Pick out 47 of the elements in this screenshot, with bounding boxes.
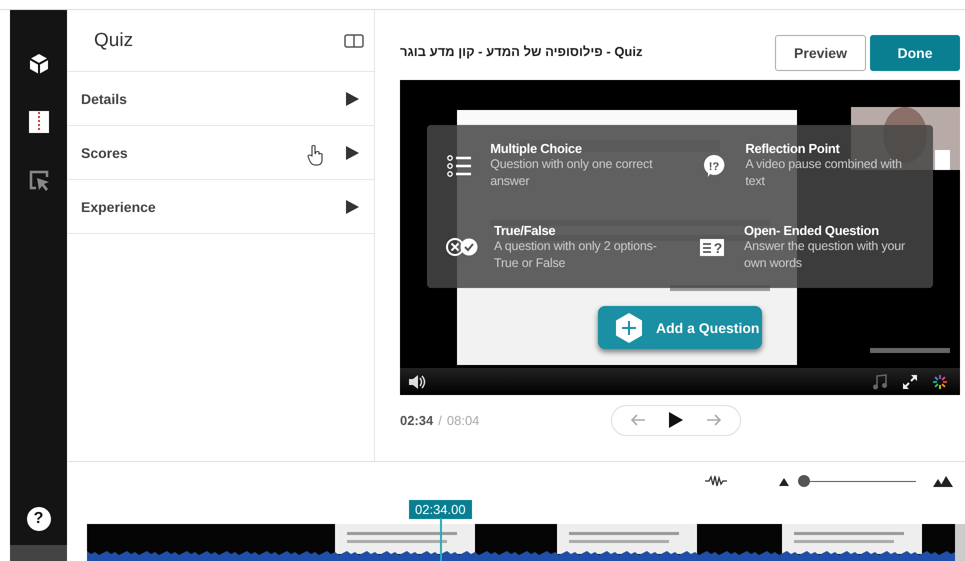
option-description: A question with only 2 options- True or False xyxy=(494,238,658,272)
help-button[interactable]: ? xyxy=(26,507,50,531)
slider-thumb[interactable] xyxy=(798,475,810,487)
done-button[interactable]: Done xyxy=(870,35,960,71)
expand-triangle-icon[interactable] xyxy=(344,198,360,214)
list-icon xyxy=(447,154,474,177)
section-row[interactable]: Scores xyxy=(67,126,374,180)
section-row[interactable]: Details xyxy=(67,72,374,126)
time-separator: / xyxy=(438,412,442,428)
option-title: Open- Ended Question xyxy=(744,222,880,238)
preview-button[interactable]: Preview xyxy=(775,35,866,71)
question-type-option[interactable]: ? Open- Ended Question Answer the question with your own words xyxy=(679,206,931,288)
option-description: Answer the question with your own words xyxy=(744,238,906,272)
waveform-icon[interactable] xyxy=(705,475,727,487)
section-row[interactable]: Experience xyxy=(67,180,374,234)
add-question-button[interactable]: Add a Question xyxy=(598,306,762,349)
option-title: True/False xyxy=(494,222,556,238)
document-question-icon: ? xyxy=(699,237,727,258)
music-note-icon[interactable] xyxy=(872,374,888,390)
playhead-time: 02:34.00 xyxy=(409,500,472,519)
expand-triangle-icon[interactable] xyxy=(344,144,360,160)
option-title: Multiple Choice xyxy=(490,141,583,156)
scrollbar[interactable] xyxy=(955,524,965,561)
option-title: Reflection Point xyxy=(745,141,841,156)
split-view-icon[interactable] xyxy=(344,32,364,48)
colorful-burst-icon[interactable] xyxy=(932,374,948,390)
question-type-option[interactable]: !? Reflection Point A video pause combined with text xyxy=(679,125,931,206)
book-icon[interactable] xyxy=(28,110,50,134)
hand-cursor-icon xyxy=(306,144,324,166)
sidebar-footer xyxy=(10,545,67,561)
option-description: A video pause combined with text xyxy=(745,156,903,190)
play-icon[interactable] xyxy=(668,411,684,429)
cross-check-icon xyxy=(445,237,479,258)
volume-icon[interactable] xyxy=(408,374,426,390)
expand-triangle-icon[interactable] xyxy=(344,90,360,106)
large-mountain-icon[interactable] xyxy=(933,476,953,486)
current-time: 02:34 xyxy=(400,412,434,428)
small-mountain-icon[interactable] xyxy=(779,476,789,486)
speech-bubble-icon: !? xyxy=(702,154,726,178)
question-type-option[interactable]: Multiple Choice Question with only one correct answer xyxy=(427,125,679,206)
total-time: 08:04 xyxy=(446,412,480,428)
plus-hexagon-icon xyxy=(614,312,644,344)
fullscreen-icon[interactable] xyxy=(902,374,918,390)
quiz-title: Quiz - פילוסופיה של המדע - קון מדע בוגר xyxy=(400,44,642,58)
panel-title: Quiz xyxy=(94,30,134,52)
question-type-option[interactable]: True/False A question with only 2 options- True or False xyxy=(427,206,679,288)
option-description: Question with only one correct answer xyxy=(490,156,654,190)
